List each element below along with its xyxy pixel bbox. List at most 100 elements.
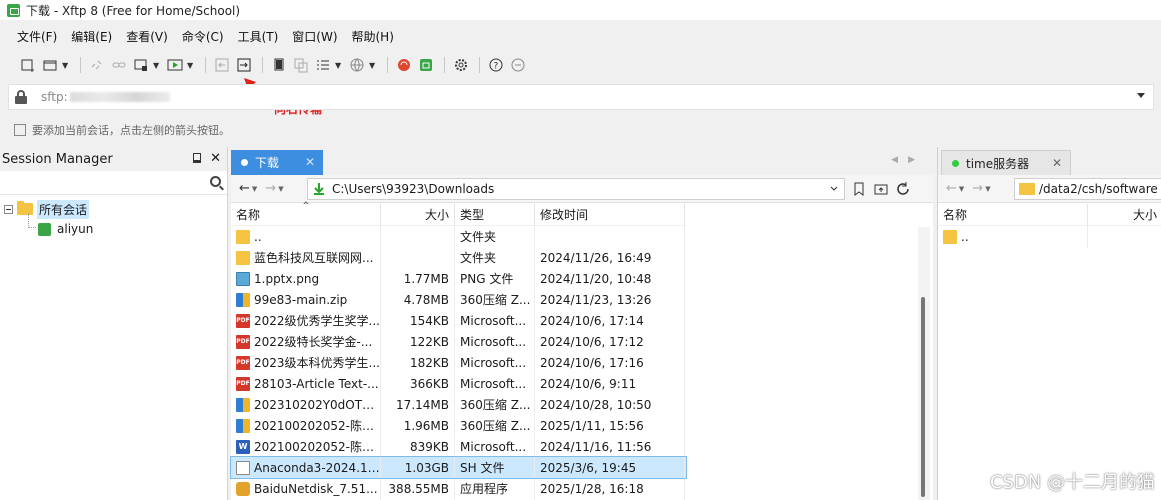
close-icon[interactable]: ✕ xyxy=(1052,156,1062,170)
xshell-button[interactable] xyxy=(394,55,414,75)
bookmark-icon[interactable] xyxy=(851,181,867,197)
chevron-down-icon[interactable]: ▼ xyxy=(187,61,195,70)
list-view-button[interactable] xyxy=(313,55,333,75)
file-size xyxy=(381,225,455,248)
file-name-cell: W 202100202052-陈晟... xyxy=(231,435,381,458)
chevron-down-icon[interactable]: ▼ xyxy=(369,61,377,70)
address-bar[interactable]: sftp: xyxy=(8,84,1154,110)
new-session-button[interactable] xyxy=(18,55,38,75)
table-row[interactable]: PDF 2022级优秀学生奖学... 154KB Microsoft... 2024/1… xyxy=(231,309,686,332)
close-icon[interactable]: ✕ xyxy=(305,155,315,169)
back-arrow-icon[interactable]: ← xyxy=(239,181,250,196)
table-row[interactable]: 202100202052-陈晟... 1.96MB 360压缩 Z... 2025/1… xyxy=(231,414,686,437)
tab-remote-time-server[interactable]: time服务器 ✕ xyxy=(941,150,1071,175)
chevron-down-icon[interactable]: ▼ xyxy=(278,185,283,193)
table-row[interactable]: PDF 2022级特长奖学金-... 122KB Microsoft... 2024/1… xyxy=(231,330,686,353)
local-tab-bar: 下载 ✕ ◀▶ xyxy=(231,147,933,175)
open-session-button[interactable] xyxy=(40,55,60,75)
local-path-input[interactable]: C:\Users\93923\Downloads xyxy=(307,178,845,200)
reconnect-button[interactable] xyxy=(109,55,129,75)
forward-arrow-icon[interactable]: → xyxy=(265,181,276,196)
file-size: 154KB xyxy=(381,309,455,332)
table-row[interactable]: PDF 28103-Article Text-... 366KB Microsoft.… xyxy=(231,372,686,395)
table-row[interactable]: .. 文件夹 xyxy=(231,225,686,248)
chevron-down-icon[interactable]: ▼ xyxy=(153,61,161,70)
table-row[interactable]: 202310202Y0dOTU... 17.14MB 360压缩 Z... 2024/… xyxy=(231,393,686,416)
back-arrow-icon[interactable]: ← xyxy=(946,181,957,196)
settings-button[interactable] xyxy=(451,55,471,75)
file-type: SH 文件 xyxy=(455,456,535,479)
scrollbar-thumb[interactable] xyxy=(921,297,925,497)
search-icon[interactable] xyxy=(210,176,221,187)
refresh-icon[interactable] xyxy=(895,181,911,197)
help-button[interactable]: ? xyxy=(486,55,506,75)
new-window-button[interactable] xyxy=(131,55,151,75)
session-item-aliyun[interactable]: aliyun xyxy=(0,213,227,239)
menu-command[interactable]: 命令(C) xyxy=(181,26,225,47)
column-size[interactable]: 大小 xyxy=(381,203,455,226)
file-name-cell: BaiduNetdisk_7.51... xyxy=(231,477,381,500)
arrow-right-box-icon xyxy=(237,58,251,72)
parent-folder-icon[interactable] xyxy=(873,181,889,197)
column-name[interactable]: 名称 xyxy=(231,203,381,226)
disconnect-button[interactable] xyxy=(87,55,107,75)
table-row[interactable]: .. xyxy=(938,225,1161,248)
link-icon xyxy=(112,62,126,68)
file-type: Microsoft... xyxy=(455,435,535,458)
local-pane: 下载 ✕ ◀▶ ← ▼ → ▼ C:\Users\93923\Downloads 名… xyxy=(230,147,933,500)
tab-label: 下载 xyxy=(255,156,280,170)
transfer-left-button[interactable] xyxy=(212,55,232,75)
transfer-right-button[interactable] xyxy=(234,55,254,75)
collapse-icon[interactable] xyxy=(4,204,13,214)
tab-scroll-arrows-icon[interactable]: ◀▶ xyxy=(891,155,925,165)
menu-file[interactable]: 文件(F) xyxy=(16,26,58,47)
chevron-down-icon[interactable]: ▼ xyxy=(985,185,990,193)
table-row[interactable]: 蓝色科技风互联网网... 文件夹 2024/11/26, 16:49 xyxy=(231,246,686,269)
copy-button[interactable] xyxy=(269,55,289,75)
xftp-button[interactable] xyxy=(416,55,436,75)
column-modified[interactable]: 修改时间 xyxy=(535,203,685,226)
duplicate-button[interactable] xyxy=(291,55,311,75)
column-type[interactable]: 类型 xyxy=(455,203,535,226)
menu-edit[interactable]: 编辑(E) xyxy=(70,26,113,47)
pin-icon[interactable] xyxy=(193,153,201,163)
tab-local-downloads[interactable]: 下载 ✕ xyxy=(231,150,323,175)
arrow-left-box-icon xyxy=(215,58,229,72)
toolbar-divider xyxy=(479,57,480,73)
menu-tools[interactable]: 工具(T) xyxy=(237,26,280,47)
file-modified: 2024/10/6, 17:16 xyxy=(535,351,685,374)
menu-view[interactable]: 查看(V) xyxy=(125,26,169,47)
file-name-cell: PDF 2022级特长奖学金-... xyxy=(231,330,381,353)
local-scrollbar[interactable] xyxy=(918,227,930,500)
chevron-down-icon[interactable]: ▼ xyxy=(62,61,70,70)
add-session-icon[interactable] xyxy=(14,124,26,136)
chevron-down-icon[interactable] xyxy=(830,186,838,192)
terminal-button[interactable] xyxy=(165,55,185,75)
toolbar-divider xyxy=(262,57,263,73)
table-row[interactable]: W 202100202052-陈晟... 839KB Microsoft... 2024… xyxy=(231,435,686,458)
table-row[interactable]: 99e83-main.zip 4.78MB 360压缩 Z... 2024/11/23… xyxy=(231,288,686,311)
chevron-down-icon[interactable]: ▼ xyxy=(959,185,964,193)
chat-button[interactable] xyxy=(508,55,528,75)
remote-path-input[interactable]: /data2/csh/software xyxy=(1014,178,1161,200)
table-row[interactable]: PDF 2023级本科优秀学生... 182KB Microsoft... 2024/1… xyxy=(231,351,686,374)
encoding-button[interactable] xyxy=(347,55,367,75)
help-icon: ? xyxy=(489,58,503,72)
chevron-down-icon[interactable]: ▼ xyxy=(252,185,257,193)
forward-arrow-icon[interactable]: → xyxy=(972,181,983,196)
chevron-down-icon[interactable]: ▼ xyxy=(335,61,343,70)
session-manager-header: Session Manager ✕ xyxy=(0,147,227,171)
address-redacted xyxy=(69,92,170,102)
column-size[interactable]: 大小 xyxy=(1088,204,1161,226)
column-name[interactable]: 名称 xyxy=(938,203,1088,226)
menu-help[interactable]: 帮助(H) xyxy=(351,26,395,47)
close-icon[interactable]: ✕ xyxy=(210,151,221,166)
table-row[interactable]: BaiduNetdisk_7.51... 388.55MB 应用程序 2025/1/2… xyxy=(231,477,686,500)
xshell-icon xyxy=(398,59,410,71)
session-search-input[interactable] xyxy=(0,171,227,195)
table-row[interactable]: Anaconda3-2024.10... 1.03GB SH 文件 2025/3/6,… xyxy=(230,456,687,479)
table-row[interactable]: 1.pptx.png 1.77MB PNG 文件 2024/11/20, 10:48 xyxy=(231,267,686,290)
file-size: 182KB xyxy=(381,351,455,374)
menu-window[interactable]: 窗口(W) xyxy=(291,26,338,47)
chevron-down-icon[interactable] xyxy=(1137,93,1145,98)
